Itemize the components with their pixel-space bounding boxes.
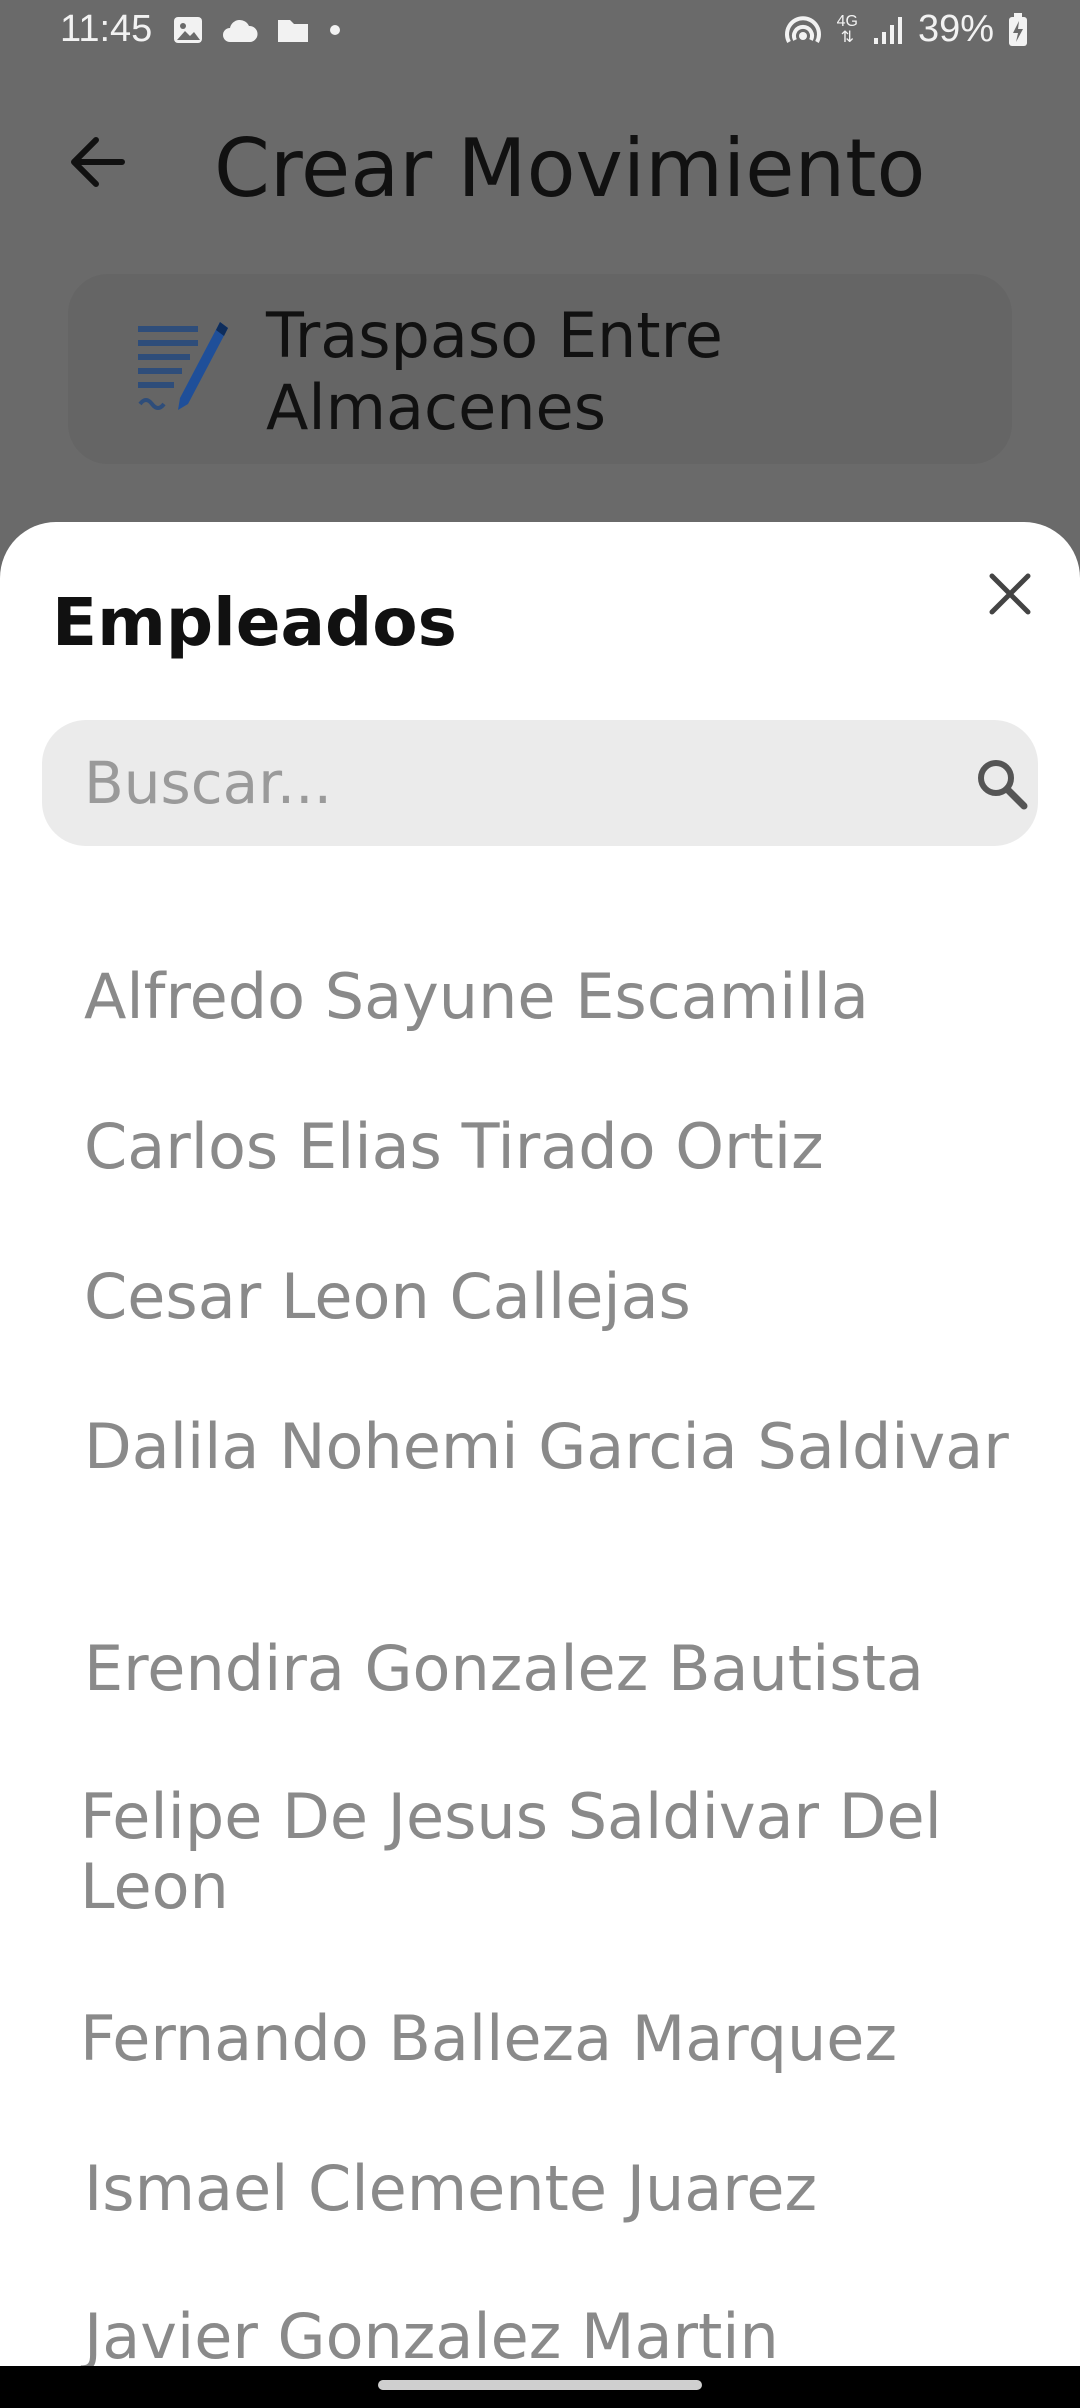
employee-item[interactable]: Fernando Balleza Marquez (80, 2004, 1020, 2074)
close-icon[interactable] (982, 566, 1038, 622)
employee-item[interactable]: Cesar Leon Callejas (84, 1262, 1024, 1332)
signal-icon (873, 16, 902, 44)
employees-bottom-sheet: Empleados Alfredo Sayune Escamilla Carlo… (0, 522, 1080, 2366)
employee-item[interactable]: Alfredo Sayune Escamilla (84, 962, 1024, 1032)
network-icon: 4G ⇅ (836, 12, 858, 46)
employee-item[interactable]: Felipe De Jesus Saldivar Del Leon (80, 1782, 1020, 1922)
folder-icon (278, 20, 308, 42)
notification-icons (172, 14, 342, 46)
page-title: Crear Movimiento (214, 122, 926, 215)
arrow-left-icon[interactable] (62, 126, 134, 198)
system-navigation-bar (0, 2366, 1080, 2408)
network-type: 4G (836, 12, 858, 30)
employee-item[interactable]: Ismael Clemente Juarez (84, 2154, 1024, 2224)
background-screen: Crear Movimiento Traspaso Entre Almacene… (0, 64, 1080, 524)
status-time: 11:45 (60, 8, 153, 50)
sheet-title: Empleados (52, 584, 457, 661)
home-gesture-handle[interactable] (378, 2380, 702, 2390)
cloud-icon (223, 19, 258, 42)
status-bar: 11:45 4G ⇅ 39% (0, 0, 1080, 64)
battery-percentage: 39% (917, 8, 994, 50)
employee-item[interactable]: Carlos Elias Tirado Ortiz (84, 1112, 1024, 1182)
movement-type-card[interactable]: Traspaso Entre Almacenes (68, 274, 1012, 464)
employee-item[interactable]: Javier Gonzalez Martin (84, 2302, 1024, 2367)
card-label: Traspaso Entre Almacenes (266, 299, 723, 444)
hotspot-icon (784, 15, 821, 43)
document-pen-icon (138, 322, 228, 410)
battery-charging-icon (1009, 12, 1027, 46)
dot-icon (330, 25, 340, 35)
image-icon (174, 17, 202, 43)
employee-item[interactable]: Dalila Nohemi Garcia Saldivar (84, 1412, 1024, 1482)
search-bar (42, 720, 1038, 846)
search-input[interactable] (84, 720, 904, 846)
employee-item[interactable]: Erendira Gonzalez Bautista (84, 1634, 1024, 1704)
search-icon[interactable] (974, 756, 1030, 812)
